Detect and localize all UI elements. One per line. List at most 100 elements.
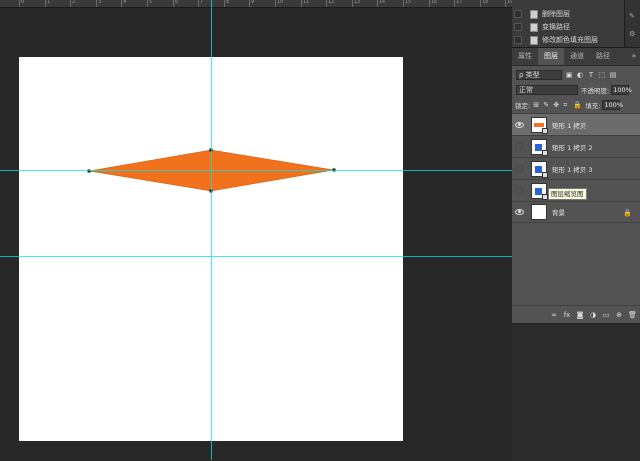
ruler-tick — [275, 0, 276, 7]
history-item-label: 变换路径 — [542, 23, 570, 31]
ruler-tick — [454, 0, 455, 7]
history-item[interactable]: 变换路径 — [530, 21, 570, 33]
layer-thumbnail[interactable] — [531, 204, 547, 220]
panel-tabs: 属性 图层 通道 路径 » — [512, 48, 640, 66]
thumb-shape — [534, 122, 544, 127]
adjustment-layer-icon[interactable]: ◑ — [589, 311, 597, 319]
new-layer-icon[interactable]: ⊕ — [615, 311, 623, 319]
layer-thumbnail[interactable] — [531, 138, 548, 156]
ruler-tick — [173, 0, 174, 7]
history-item[interactable]: 删除图层 — [530, 8, 570, 20]
ruler-tick — [96, 0, 97, 7]
smart-object-filter-icon[interactable]: ▤ — [609, 71, 617, 79]
ruler-tick — [377, 0, 378, 7]
ruler-tick — [326, 0, 327, 7]
visibility-toggle[interactable] — [512, 180, 526, 202]
eye-icon — [514, 209, 524, 215]
ruler-number: 1 — [47, 0, 51, 5]
shape-layer-badge-icon — [542, 171, 548, 178]
ruler-tick — [352, 0, 353, 7]
link-layers-icon[interactable]: ∞ — [550, 311, 558, 319]
layer-thumbnail[interactable] — [531, 116, 548, 134]
lock-artboard-icon[interactable]: ⌗ — [563, 101, 570, 109]
history-snapshot-toggle[interactable] — [514, 36, 522, 44]
ruler-number: 9 — [251, 0, 255, 5]
ruler-tick — [121, 0, 122, 7]
layer-row[interactable]: 背景 🔒 — [512, 201, 640, 223]
history-item[interactable]: 修改颜色填充图层 — [530, 34, 598, 46]
ruler-tick — [301, 0, 302, 7]
thumb-shape — [535, 165, 542, 173]
lock-image-icon[interactable]: ✎ — [543, 101, 550, 109]
panel-menu-icon[interactable]: » — [632, 52, 636, 60]
layer-row[interactable]: 矩形 1 拷贝 — [512, 113, 640, 135]
tab-paths[interactable]: 路径 — [590, 48, 616, 65]
ruler-number: 2 — [72, 0, 76, 5]
visibility-off-icon — [515, 165, 523, 172]
layer-filter-select[interactable]: ρ 类型 — [516, 70, 562, 80]
shape-layer-badge-icon — [542, 149, 548, 156]
shape-overlay — [87, 148, 336, 193]
add-mask-icon[interactable]: ◙ — [576, 311, 584, 319]
visibility-off-icon — [515, 187, 523, 194]
ruler-tick — [505, 0, 506, 7]
horizontal-guide[interactable] — [0, 170, 512, 171]
ruler-number: 7 — [200, 0, 204, 5]
horizontal-ruler[interactable]: 0 1 2 3 4 5 6 7 8 9 10 11 12 13 14 15 16 17 18 19 — [0, 0, 513, 8]
shape-filter-icon[interactable]: ⬚ — [598, 71, 606, 79]
ruler-number: 11 — [303, 0, 310, 5]
thumb-shape — [535, 187, 542, 195]
ruler-tick — [19, 0, 20, 7]
history-snapshot-toggle[interactable] — [514, 23, 522, 31]
tab-layers[interactable]: 图层 — [538, 48, 564, 65]
horizontal-guide[interactable] — [0, 256, 512, 257]
thumb-shape — [535, 143, 542, 151]
layers-panel: 属性 图层 通道 路径 » ρ 类型 ▣ ◐ T ⬚ ▤ 正常 不透明度: 10… — [512, 48, 640, 323]
panel-empty-area — [512, 323, 640, 461]
visibility-toggle[interactable] — [512, 158, 526, 180]
opacity-field[interactable]: 100% — [611, 85, 632, 95]
tab-channels[interactable]: 通道 — [564, 48, 590, 65]
vertical-guide[interactable] — [211, 0, 212, 460]
ruler-number: 18 — [482, 0, 489, 5]
layer-thumbnail[interactable] — [531, 160, 548, 178]
ruler-tick — [429, 0, 430, 7]
settings-panel-icon[interactable]: ⚙ — [629, 30, 637, 38]
visibility-toggle[interactable] — [512, 136, 526, 158]
layer-name[interactable]: 矩形 1 拷贝 — [552, 120, 586, 130]
lock-label: 锁定: — [515, 102, 531, 110]
lock-row: 锁定: ⊞ ✎ ✥ ⌗ 🔒 填充: 100% — [512, 98, 640, 112]
image-filter-icon[interactable]: ▣ — [565, 71, 573, 79]
layer-row[interactable]: 矩形 1 拷贝 3 — [512, 157, 640, 179]
layer-name[interactable]: 背景 — [552, 207, 565, 217]
visibility-toggle[interactable] — [512, 114, 526, 136]
layer-name[interactable]: 矩形 1 拷贝 2 — [552, 142, 592, 152]
blend-mode-select[interactable]: 正常 — [516, 85, 578, 95]
history-snapshot-toggle[interactable] — [514, 10, 522, 18]
ruler-tick — [147, 0, 148, 7]
visibility-toggle[interactable] — [512, 201, 526, 223]
shape-layer-badge-icon — [542, 127, 548, 134]
ruler-number: 8 — [226, 0, 230, 5]
lock-all-icon[interactable]: 🔒 — [573, 101, 582, 109]
fill-field[interactable]: 100% — [602, 100, 623, 110]
text-filter-icon[interactable]: T — [587, 71, 595, 79]
ruler-number: 10 — [277, 0, 284, 5]
history-panel: 删除图层 变换路径 修改颜色填充图层 — [512, 0, 640, 48]
layer-row[interactable]: 矩形 1 拷贝 2 — [512, 135, 640, 157]
new-group-icon[interactable]: ▭ — [602, 311, 610, 319]
trash-icon[interactable]: 🗑 — [628, 311, 637, 319]
lock-position-icon[interactable]: ✥ — [553, 101, 560, 109]
lock-transparent-icon[interactable]: ⊞ — [533, 101, 540, 109]
brush-panel-icon[interactable]: ✎ — [629, 12, 637, 20]
ruler-tick — [70, 0, 71, 7]
layer-name[interactable]: 矩形 1 拷贝 3 — [552, 164, 592, 174]
layer-thumbnail[interactable] — [531, 182, 548, 200]
layer-style-icon[interactable]: fx — [563, 311, 571, 319]
blend-row: 正常 不透明度: 100% — [512, 83, 640, 97]
ruler-number: 6 — [175, 0, 179, 5]
tab-properties[interactable]: 属性 — [512, 48, 538, 65]
ruler-tick — [249, 0, 250, 7]
adjustment-filter-icon[interactable]: ◐ — [576, 71, 584, 79]
ruler-number: 13 — [354, 0, 361, 5]
